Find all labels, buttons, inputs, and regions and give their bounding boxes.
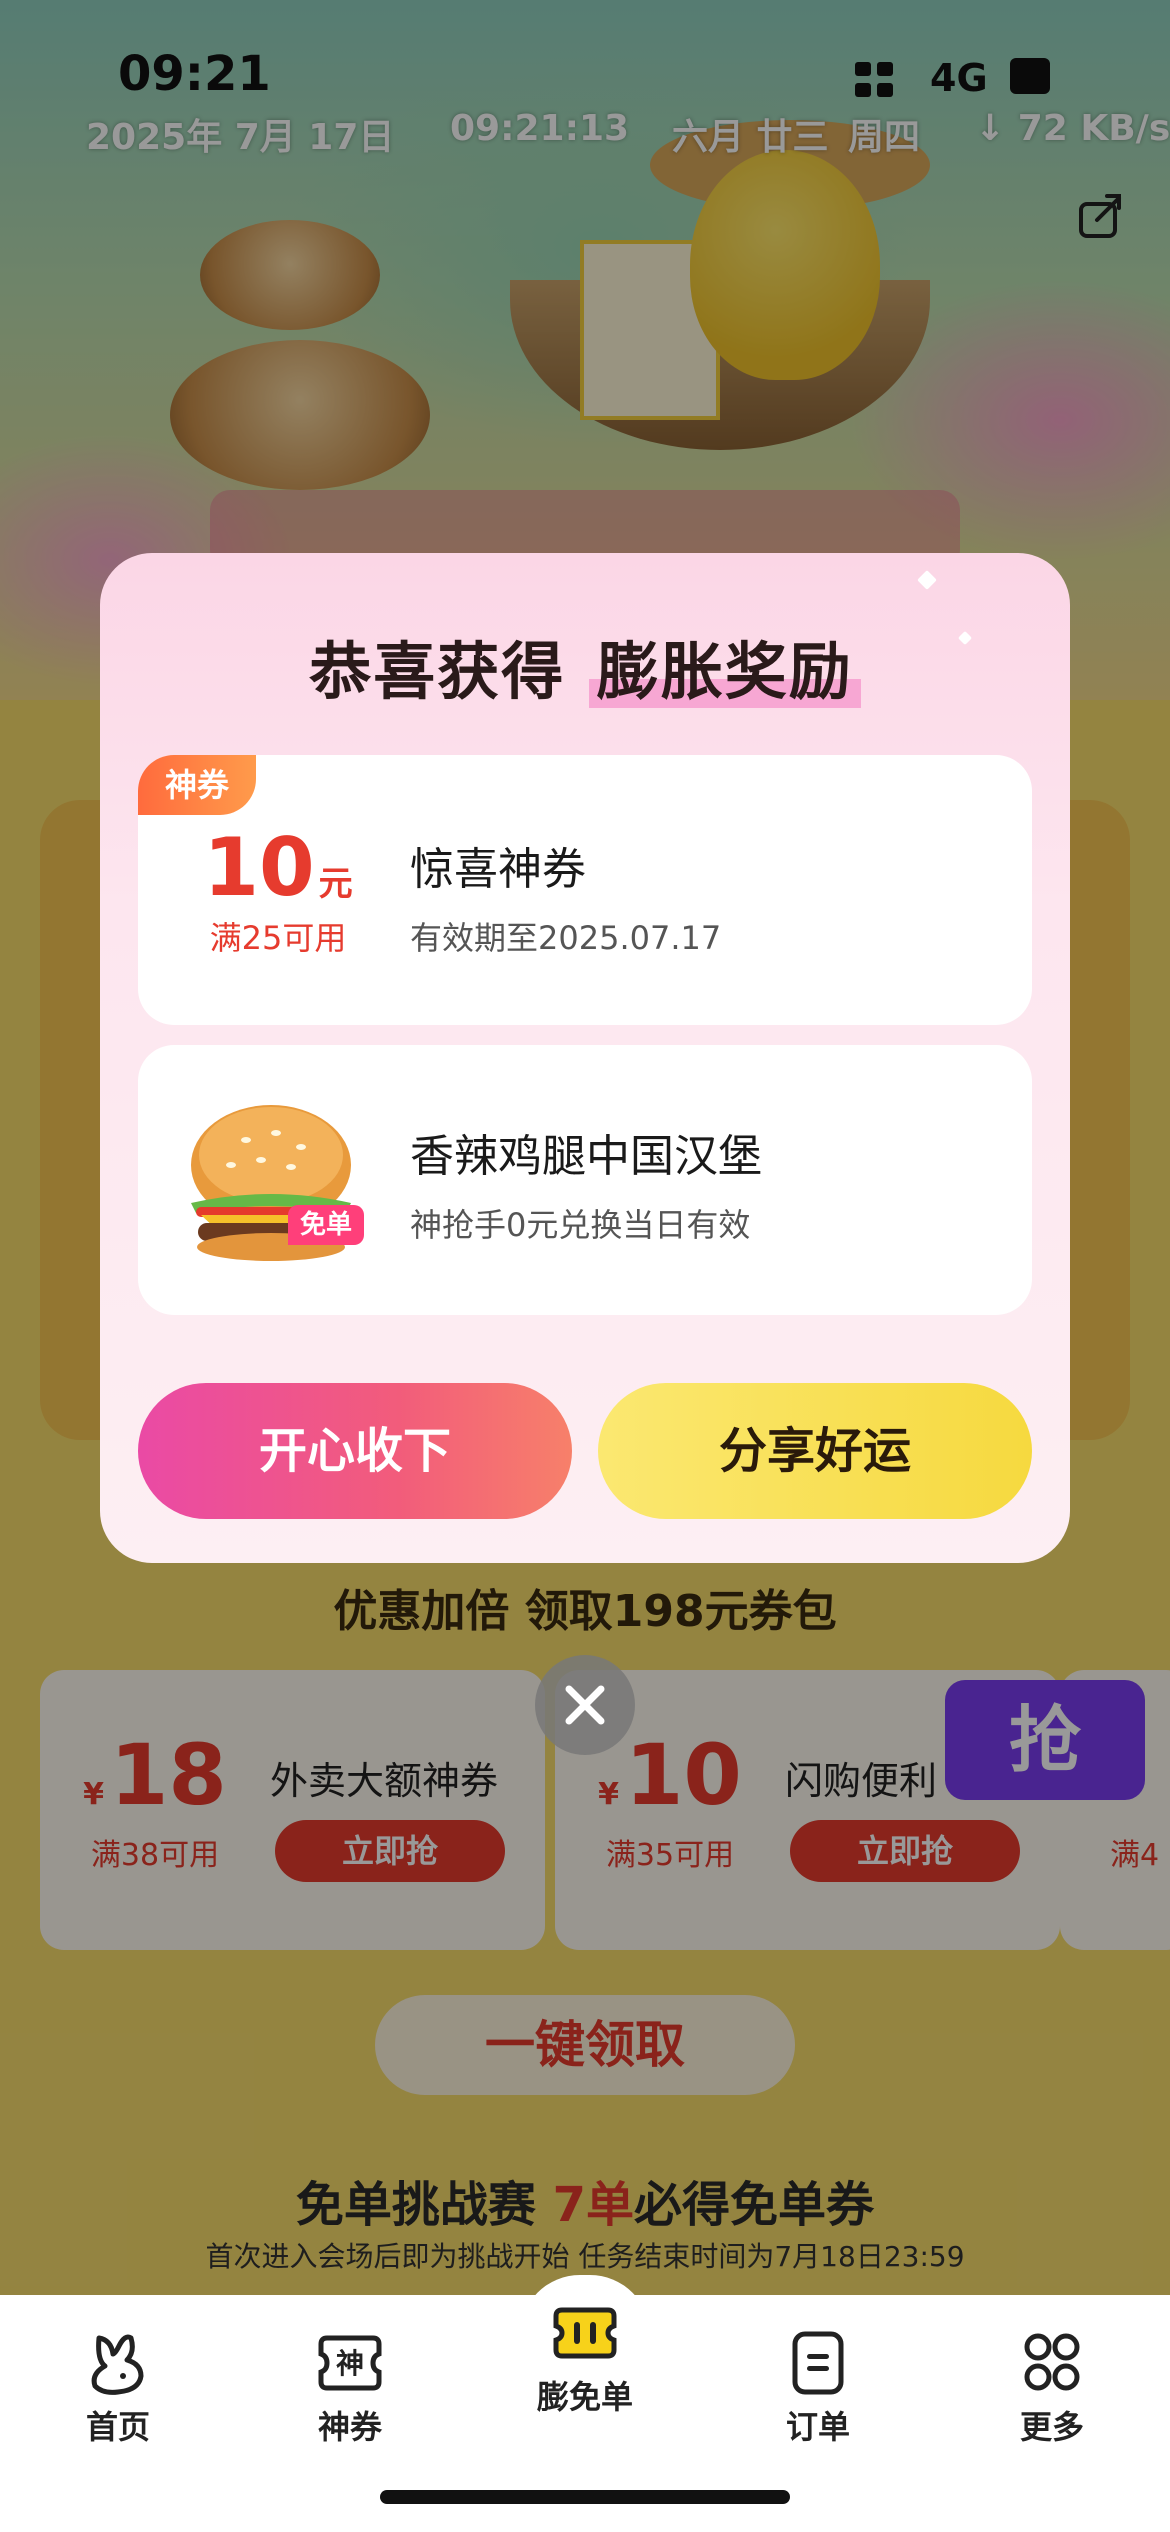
home-indicator[interactable]: [380, 2490, 790, 2504]
coupon-reward-card: 神券 10 元 满25可用 惊喜神券 有效期至2025.07.17: [138, 755, 1032, 1025]
reward-dialog: 恭喜获得 膨胀奖励 神券 10 元 满25可用 惊喜神券 有效期至2025.07.…: [100, 553, 1070, 1563]
grid-icon: [1024, 2333, 1080, 2391]
tab-label: 神券: [317, 2408, 382, 2446]
home-rabbit-icon: [91, 2334, 144, 2395]
coupon-unit: 元: [318, 864, 353, 904]
tab-free-order[interactable]: 膨免单: [505, 2300, 665, 2430]
close-button[interactable]: [535, 1655, 635, 1755]
shen-coupon-icon: 神: [318, 2335, 382, 2391]
coupon-validity: 有效期至2025.07.17: [410, 919, 722, 957]
accept-button[interactable]: 开心收下: [138, 1383, 572, 1519]
tab-home[interactable]: 首页: [38, 2330, 198, 2460]
order-icon: [792, 2331, 844, 2395]
ticket-icon: [553, 2307, 617, 2359]
tab-more[interactable]: 更多: [972, 2330, 1132, 2460]
close-icon: [565, 1685, 605, 1725]
tab-orders[interactable]: 订单: [738, 2330, 898, 2460]
share-luck-button[interactable]: 分享好运: [598, 1383, 1032, 1519]
free-badge: 免单: [288, 1205, 364, 1245]
coupon-value: 10 元: [198, 825, 358, 911]
tab-label: 订单: [785, 2408, 850, 2446]
tab-coupon[interactable]: 神 神券: [270, 2330, 430, 2460]
coupon-condition: 满25可用: [209, 919, 347, 957]
coupon-name: 惊喜神券: [410, 844, 586, 895]
dialog-title-emphasis: 膨胀奖励: [588, 635, 861, 708]
coupon-amount: 10: [203, 821, 315, 914]
burger-desc: 神抢手0元兑换当日有效: [410, 1206, 751, 1244]
tab-label: 膨免单: [536, 2378, 633, 2416]
burger-reward-card: 免单 香辣鸡腿中国汉堡 神抢手0元兑换当日有效: [138, 1045, 1032, 1315]
tab-label: 首页: [85, 2408, 150, 2446]
dialog-title: 恭喜获得 膨胀奖励: [100, 621, 1070, 711]
burger-name: 香辣鸡腿中国汉堡: [410, 1131, 762, 1182]
svg-text:神: 神: [336, 2347, 364, 2380]
coupon-tag: 神券: [138, 755, 256, 815]
sparkle-icon: [917, 570, 937, 590]
tab-label: 更多: [1019, 2408, 1084, 2446]
